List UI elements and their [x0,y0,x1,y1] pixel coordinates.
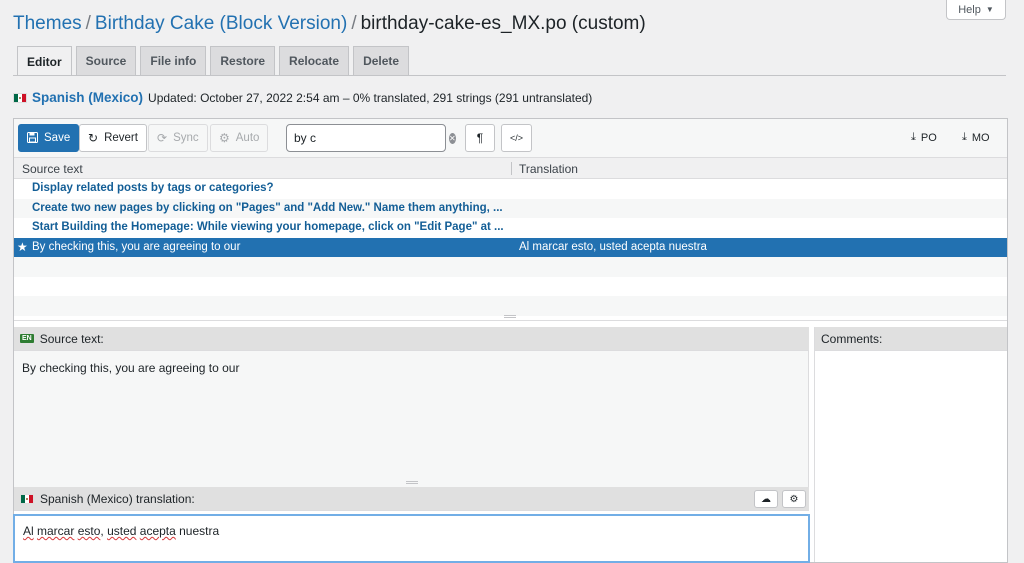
revert-button[interactable]: ↻ Revert [79,124,147,152]
strings-list: Display related posts by tags or categor… [14,179,1007,321]
column-divider[interactable] [511,162,512,175]
panel-resize-handle[interactable] [406,481,418,484]
string-row-selected[interactable]: ★ By checking this, you are agreeing to … [14,237,1007,257]
string-row[interactable]: Display related posts by tags or categor… [14,179,1007,199]
auto-translate-button[interactable]: ⚙ Auto [210,124,269,152]
source-translation-panels: EN Source text: By checking this, you ar… [14,327,809,562]
comments-panel-heading: Comments: [821,331,883,346]
tab-relocate[interactable]: Relocate [279,46,350,75]
revert-icon: ↻ [88,131,99,145]
row-source-text: Create two new pages by clicking on "Pag… [32,201,503,214]
caret-down-icon: ▼ [985,5,994,14]
row-source-text: Display related posts by tags or categor… [32,182,274,194]
source-text-content: By checking this, you are agreeing to ou… [22,361,240,375]
auto-translate-suggest-button[interactable]: ⚙ [782,490,806,508]
robot-icon: ⚙ [789,493,799,505]
breadcrumb-themes-link[interactable]: Themes [13,13,82,34]
comments-textarea[interactable] [815,351,1007,562]
tabs-divider [13,75,1006,76]
string-row[interactable]: Start Building the Homepage: While viewi… [14,218,1007,238]
help-button[interactable]: Help ▼ [946,0,1006,20]
translation-word: marcar [37,524,75,538]
cloud-icon: ☁ [761,493,771,505]
editor-toolbar: Save ↻ Revert ⟳ Sync ⚙ Auto ✕ ¶ </> ⤓ PO [14,119,1007,158]
help-label: Help [958,3,981,16]
clear-search-icon[interactable]: ✕ [449,132,456,144]
empty-row [14,296,1007,316]
language-status: Spanish (Mexico) Updated: October 27, 20… [13,90,592,105]
auto-label: Auto [235,132,260,144]
mexico-flag-icon [13,92,27,103]
translation-word: esto [77,524,101,538]
breadcrumb: Themes / Birthday Cake (Block Version) / bir… [13,13,646,34]
source-panel-header: EN Source text: [14,327,809,351]
search-input[interactable] [294,131,449,145]
save-button[interactable]: Save [18,124,80,152]
floppy-disk-icon [27,131,38,145]
download-po-label: PO [920,131,937,144]
download-icon: ⤓ [911,131,916,143]
language-status-text: Updated: October 27, 2022 2:54 am – 0% t… [148,90,593,105]
tab-delete[interactable]: Delete [353,46,410,75]
tab-restore[interactable]: Restore [210,46,276,75]
robot-icon: ⚙ [219,131,230,145]
row-source-text: Start Building the Homepage: While viewi… [32,221,504,233]
download-mo-label: MO [971,131,990,144]
cloud-translate-button[interactable]: ☁ [754,490,778,508]
search-field[interactable]: ✕ [286,124,456,152]
empty-row [14,277,1007,297]
translation-word: acepta [139,524,176,538]
source-text-view: By checking this, you are agreeing to ou… [14,351,809,487]
comments-panel-header: Comments: [815,327,1007,351]
star-icon: ★ [17,239,28,254]
strings-grid-header: Source text Translation [14,158,1007,179]
row-translation-text: Al marcar esto, usted acepta nuestra [519,240,707,253]
toggle-code-view-button[interactable]: </> [501,124,532,152]
translation-editor: Save ↻ Revert ⟳ Sync ⚙ Auto ✕ ¶ </> ⤓ PO [13,118,1008,563]
translation-word: nuestra [175,524,220,538]
toggle-invisibles-button[interactable]: ¶ [465,124,495,152]
language-name-link[interactable]: Spanish (Mexico) [32,90,143,105]
download-mo-button[interactable]: ⤓ MO [962,131,990,144]
column-header-translation[interactable]: Translation [519,162,578,176]
tab-editor[interactable]: Editor [17,46,72,76]
en-language-badge: EN [20,334,34,343]
translation-textarea[interactable]: Al marcar esto, usted acepta nuestra [14,515,809,562]
tab-source[interactable]: Source [75,46,137,75]
comments-panel: Comments: [814,327,1007,562]
translation-word: usted [107,524,137,538]
breadcrumb-theme-link[interactable]: Birthday Cake (Block Version) [95,13,347,34]
empty-row [14,257,1007,277]
sync-button[interactable]: ⟳ Sync [148,124,208,152]
mexico-flag-icon [20,493,34,504]
download-po-button[interactable]: ⤓ PO [911,131,937,144]
sync-icon: ⟳ [157,131,168,145]
sync-label: Sync [173,132,199,144]
code-icon: </> [509,132,523,143]
breadcrumb-current-file: birthday-cake-es_MX.po (custom) [360,13,646,34]
download-icon: ⤓ [962,131,967,143]
column-header-source[interactable]: Source text [22,162,83,176]
source-panel-heading: Source text: [39,331,104,346]
tab-file-info[interactable]: File info [140,46,207,75]
translation-word: Al [23,524,34,538]
save-label: Save [44,132,71,144]
string-row[interactable]: Create two new pages by clicking on "Pag… [14,198,1007,218]
list-resize-handle[interactable] [504,315,516,318]
row-source-text: By checking this, you are agreeing to ou… [32,240,241,253]
revert-label: Revert [104,132,138,144]
translation-panel-header: Spanish (Mexico) translation: ☁ ⚙ [14,487,809,511]
editor-tabs: Editor Source File info Restore Relocate… [17,46,410,76]
translation-panel-heading: Spanish (Mexico) translation: [40,491,195,506]
pilcrow-icon: ¶ [476,131,484,145]
